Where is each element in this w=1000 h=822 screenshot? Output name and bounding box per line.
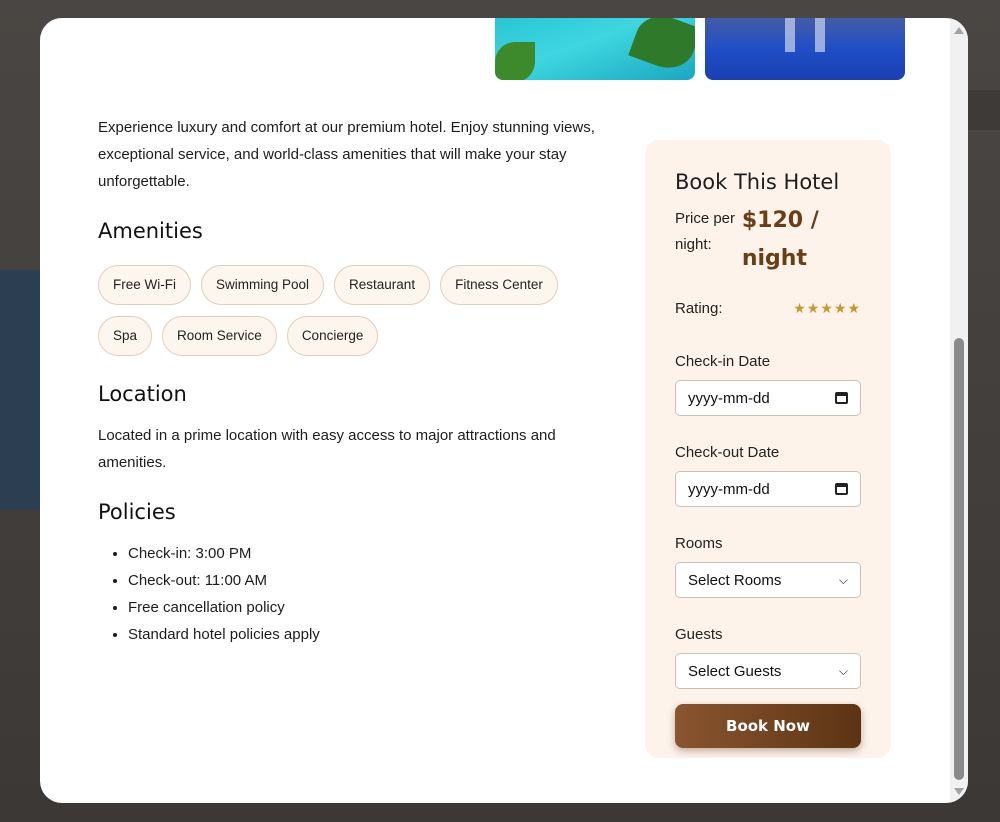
price-row: Price per night: $120 / night [675,206,861,278]
location-heading: Location [98,382,187,406]
scrollbar[interactable] [950,18,968,803]
calendar-icon[interactable] [835,483,848,495]
checkout-placeholder: yyyy-mm-dd [688,480,770,498]
amenity-chip: Concierge [286,316,379,356]
background-image-strip [0,270,40,510]
price-value: $120 / night [741,208,819,271]
calendar-icon[interactable] [835,392,848,404]
guests-select[interactable]: Select Guests ⌵ [675,653,861,689]
hotel-description-section: Experience luxury and comfort at our pre… [98,114,628,648]
amenity-chip: Spa [98,316,153,356]
policy-item: Free cancellation policy [128,594,628,621]
rooms-label: Rooms [675,535,723,552]
policy-item: Standard hotel policies apply [128,621,628,648]
rating-label: Rating: [675,300,723,317]
pool-photo [495,18,695,80]
rating-stars: ★★★★★ [793,300,861,316]
amenity-chip: Free Wi-Fi [98,265,191,305]
policy-item: Check-out: 11:00 AM [128,567,628,594]
scroll-down-arrow[interactable] [954,788,964,795]
amenities-list: Free Wi-Fi Swimming Pool Restaurant Fitn… [98,265,618,356]
location-text: Located in a prime location with easy ac… [98,427,556,471]
chevron-down-icon: ⌵ [838,663,848,678]
checkin-label: Check-in Date [675,353,771,370]
scroll-up-arrow[interactable] [954,27,964,34]
booking-title: Book This Hotel [675,170,840,194]
rooms-select-value: Select Rooms [688,571,782,589]
policies-heading: Policies [98,500,176,524]
background-element [968,90,1000,130]
intro-text: Experience luxury and comfort at our pre… [98,119,595,190]
checkin-placeholder: yyyy-mm-dd [688,389,770,407]
guests-select-value: Select Guests [688,662,782,680]
rooms-select[interactable]: Select Rooms ⌵ [675,562,861,598]
price-label: Price per night: [675,210,736,253]
amenity-chip: Room Service [162,316,277,356]
amenity-chip: Restaurant [334,265,431,305]
book-now-button[interactable]: Book Now [675,704,861,748]
guests-label: Guests [675,626,723,643]
checkout-label: Check-out Date [675,444,780,461]
booking-panel: Book This Hotel Price per night: $120 / … [645,140,891,758]
amenities-heading: Amenities [98,219,203,243]
checkout-date-input[interactable]: yyyy-mm-dd [675,471,861,507]
spa-pool-photo [705,18,905,80]
rating-row: Rating: ★★★★★ [675,300,861,317]
checkin-date-input[interactable]: yyyy-mm-dd [675,380,861,416]
policy-item: Check-in: 3:00 PM [128,540,628,567]
amenity-chip: Swimming Pool [201,265,325,305]
chevron-down-icon: ⌵ [838,572,848,587]
scrollbar-thumb[interactable] [954,338,964,780]
hotel-details-modal: Experience luxury and comfort at our pre… [40,18,968,803]
policies-list: Check-in: 3:00 PM Check-out: 11:00 AM Fr… [98,540,628,648]
amenity-chip: Fitness Center [440,265,558,305]
